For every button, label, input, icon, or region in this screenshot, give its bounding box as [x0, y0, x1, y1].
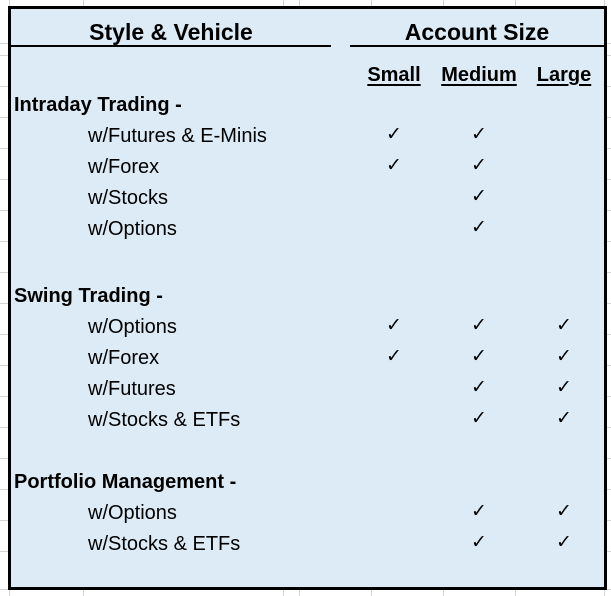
row-label: w/Forex [88, 156, 160, 178]
row-label: w/Stocks & ETFs [88, 409, 241, 431]
row-label: w/Options [88, 316, 177, 338]
header-divider [11, 45, 331, 47]
style-vehicle-header: Style & Vehicle [89, 19, 253, 45]
table-row: w/Futures & E-Minis ✓ ✓ [11, 123, 604, 156]
checkmark-icon: ✓ [471, 345, 487, 367]
checkmark-icon: ✓ [556, 407, 572, 429]
checkmark-icon: ✓ [471, 216, 487, 238]
table-row: w/Forex ✓ ✓ [11, 154, 604, 187]
column-header-small: Small [367, 64, 421, 86]
table-row: w/Stocks & ETFs ✓ ✓ [11, 531, 604, 564]
section-title: Portfolio Management - [14, 471, 237, 493]
row-label: w/Options [88, 218, 177, 240]
section-title: Intraday Trading - [14, 94, 182, 116]
table-row: w/Options ✓ ✓ [11, 500, 604, 533]
row-label: w/Futures [88, 378, 176, 400]
table-row: w/Stocks & ETFs ✓ ✓ [11, 407, 604, 440]
section-title: Swing Trading - [14, 285, 163, 307]
checkmark-icon: ✓ [386, 345, 402, 367]
column-header-medium: Medium [441, 64, 517, 86]
header-divider [350, 45, 604, 47]
checkmark-icon: ✓ [471, 185, 487, 207]
checkmark-icon: ✓ [471, 376, 487, 398]
checkmark-icon: ✓ [471, 531, 487, 553]
table-row: w/Futures ✓ ✓ [11, 376, 604, 409]
checkmark-icon: ✓ [471, 123, 487, 145]
table-row: w/Options ✓ [11, 216, 604, 249]
checkmark-icon: ✓ [386, 154, 402, 176]
row-label: w/Futures & E-Minis [88, 125, 267, 147]
checkmark-icon: ✓ [471, 500, 487, 522]
column-header-large: Large [536, 64, 592, 86]
row-label: w/Forex [88, 347, 160, 369]
checkmark-icon: ✓ [471, 154, 487, 176]
checkmark-icon: ✓ [556, 314, 572, 336]
checkmark-icon: ✓ [556, 500, 572, 522]
row-label: w/Stocks & ETFs [88, 533, 241, 555]
checkmark-icon: ✓ [386, 123, 402, 145]
checkmark-icon: ✓ [471, 314, 487, 336]
checkmark-icon: ✓ [556, 345, 572, 367]
row-label: w/Stocks [88, 187, 169, 209]
account-size-matrix: Style & Vehicle Account Size Small Mediu… [8, 6, 607, 590]
table-row: w/Forex ✓ ✓ ✓ [11, 345, 604, 378]
checkmark-icon: ✓ [556, 376, 572, 398]
table-row: w/Stocks ✓ [11, 185, 604, 218]
checkmark-icon: ✓ [556, 531, 572, 553]
table-row: w/Options ✓ ✓ ✓ [11, 314, 604, 347]
account-size-header: Account Size [404, 19, 550, 45]
checkmark-icon: ✓ [386, 314, 402, 336]
row-label: w/Options [88, 502, 177, 524]
checkmark-icon: ✓ [471, 407, 487, 429]
